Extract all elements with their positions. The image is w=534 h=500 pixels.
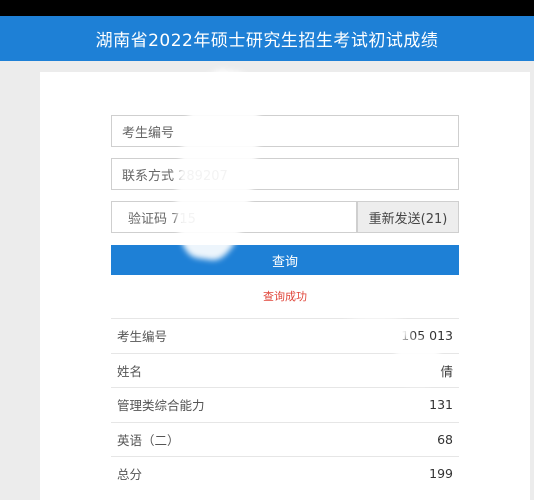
page-header: 湖南省2022年硕士研究生招生考试初试成绩 — [0, 16, 534, 61]
page-title: 湖南省2022年硕士研究生招生考试初试成绩 — [95, 31, 439, 51]
exam-id-field[interactable] — [111, 115, 459, 147]
row-label: 姓名 — [117, 363, 143, 379]
row-value: 131 — [429, 397, 453, 413]
table-row: 管理类综合能力 131 — [111, 387, 459, 422]
query-label: 查询 — [271, 254, 298, 270]
table-row: 总分 199 — [111, 456, 459, 491]
resend-code-button[interactable]: 重新发送(21) — [357, 201, 459, 233]
resend-label: 重新发送(21) — [368, 211, 448, 227]
phone-input[interactable] — [112, 159, 458, 189]
phone-field[interactable] — [111, 158, 459, 190]
row-value: 199 — [429, 466, 453, 482]
row-label: 考生编号 — [117, 329, 168, 345]
row-label: 总分 — [117, 467, 143, 483]
row-value: 倩 — [440, 363, 453, 379]
row-label: 管理类综合能力 — [117, 398, 205, 414]
row-label: 英语（二） — [117, 432, 180, 448]
table-row: 英语（二） 68 — [111, 421, 459, 457]
privacy-blur — [340, 318, 410, 344]
query-button[interactable]: 查询 — [111, 245, 459, 275]
status-message: 查询成功 — [263, 290, 307, 303]
privacy-blur — [395, 340, 440, 385]
row-value: 68 — [437, 431, 453, 447]
exam-id-input[interactable] — [112, 116, 458, 146]
top-bar — [0, 0, 534, 16]
